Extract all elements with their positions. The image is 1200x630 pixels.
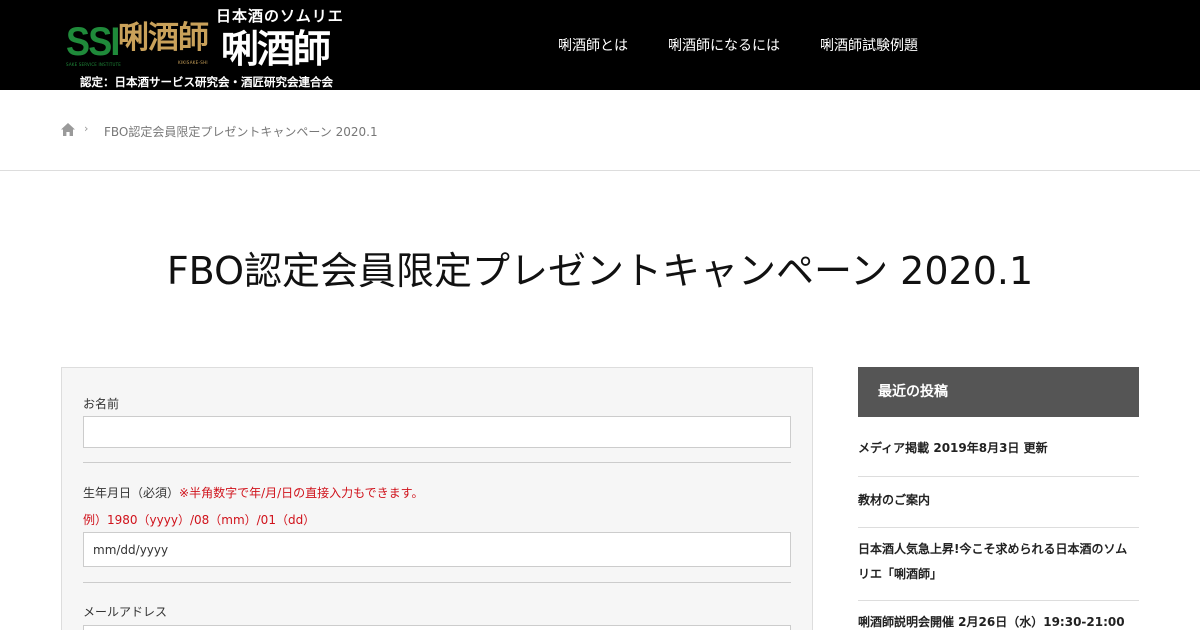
birthdate-input[interactable]: mm/dd/yyyy — [83, 532, 791, 567]
brand-gold-subtext: KIKISAKE-SHI — [178, 60, 208, 65]
email-label: メールアドレス — [83, 605, 168, 619]
recent-post-item[interactable]: 日本酒人気急上昇!今こそ求められる日本酒のソムリエ「唎酒師」 — [858, 528, 1139, 601]
form-divider — [83, 582, 791, 583]
breadcrumb-current: FBO認定会員限定プレゼントキャンペーン 2020.1 — [104, 125, 378, 139]
home-icon[interactable] — [61, 123, 75, 136]
certification-text: 認定：日本酒サービス研究会・酒匠研究会連合会 — [80, 75, 333, 89]
birthdate-example: 例）1980（yyyy）/08（mm）/01（dd） — [83, 513, 316, 527]
brand-white-text: 唎酒師 — [221, 26, 331, 71]
brand-gold-text: 唎酒師 — [118, 20, 209, 56]
nav-item-exam-examples[interactable]: 唎酒師試験例題 — [800, 35, 938, 55]
ssi-logo-text: SSI — [66, 20, 120, 64]
page-title: FBO認定会員限定プレゼントキャンペーン 2020.1 — [166, 249, 1034, 293]
nav-item-how-to-become[interactable]: 唎酒師になるには — [648, 35, 800, 55]
breadcrumb-separator: › — [84, 122, 89, 135]
recent-post-item[interactable]: 唎酒師説明会開催 2月26日（水）19:30-21:00 — [858, 601, 1139, 630]
birthdate-label-row: 生年月日（必須）※半角数字で年/月/日の直接入力もできます。 — [83, 484, 423, 501]
email-input[interactable] — [83, 625, 791, 630]
recent-post-item[interactable]: 教材のご案内 — [858, 477, 1139, 528]
recent-posts-list: メディア掲載 2019年8月3日 更新 教材のご案内 日本酒人気急上昇!今こそ求… — [858, 417, 1139, 630]
sidebar-heading: 最近の投稿 — [858, 367, 1139, 417]
site-logo[interactable]: SSI SAKE SERVICE INSTITUTE 唎酒師 KIKISAKE-… — [66, 6, 352, 90]
form-divider — [83, 462, 791, 463]
recent-post-item[interactable]: メディア掲載 2019年8月3日 更新 — [858, 417, 1139, 477]
name-label: お名前 — [83, 397, 120, 411]
nav-item-about[interactable]: 唎酒師とは — [538, 35, 648, 55]
birthdate-note: ※半角数字で年/月/日の直接入力もできます。 — [179, 486, 424, 500]
name-input[interactable] — [83, 416, 791, 448]
logo-tagline: 日本酒のソムリエ — [216, 7, 344, 25]
ssi-logo-subtext: SAKE SERVICE INSTITUTE — [66, 62, 121, 67]
site-header: SSI SAKE SERVICE INSTITUTE 唎酒師 KIKISAKE-… — [0, 0, 1200, 90]
main-nav: 唎酒師とは 唎酒師になるには 唎酒師試験例題 — [538, 0, 938, 90]
birthdate-label: 生年月日（必須） — [83, 486, 180, 500]
